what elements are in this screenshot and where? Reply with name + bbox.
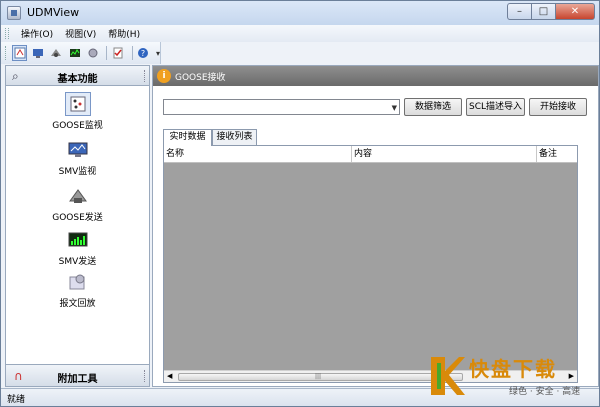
function-item-smv-monitor[interactable]: SMV监视	[6, 138, 149, 177]
function-item-label: GOOSE监视	[52, 121, 103, 131]
pane-title: GOOSE接收	[175, 73, 226, 83]
toolbar-grip-handle[interactable]	[5, 46, 8, 60]
minimize-button[interactable]: –	[507, 3, 531, 20]
toolbar-overflow-icon[interactable]: ▾	[156, 49, 160, 58]
menu-operate[interactable]: 操作(O)	[15, 27, 59, 40]
data-grid[interactable]: 名称 内容 备注 ◀ ||| ▶	[163, 145, 578, 383]
scl-import-button[interactable]: SCL描述导入	[466, 98, 525, 116]
scroll-left-icon[interactable]: ◀	[167, 372, 172, 380]
function-item-smv-send[interactable]: SMV发送	[6, 228, 149, 267]
help-icon[interactable]: ?	[136, 45, 151, 61]
tab-receive-list[interactable]: 接收列表	[212, 129, 257, 145]
goose-monitor-icon[interactable]	[11, 45, 28, 61]
svg-text:?: ?	[141, 49, 145, 58]
scrollbar-thumb[interactable]: |||	[178, 373, 463, 381]
check-icon[interactable]	[110, 45, 125, 61]
toolbar-separator	[131, 46, 133, 60]
panel-grip-handle[interactable]	[144, 70, 146, 82]
smv-monitor-icon[interactable]	[30, 45, 45, 61]
function-item-label: 报文回放	[59, 299, 96, 309]
goose-send-icon[interactable]	[49, 45, 64, 61]
panel-grip-handle[interactable]	[144, 370, 146, 382]
menu-grip-handle[interactable]	[5, 28, 9, 39]
data-filter-button[interactable]: 数据筛选	[404, 98, 462, 116]
function-item-label: GOOSE发送	[52, 213, 103, 223]
function-item-label: SMV发送	[58, 257, 97, 267]
basic-functions-header[interactable]: ⌕ 基本功能	[6, 66, 149, 86]
menu-bar: 操作(O) 视图(V) 帮助(H)	[1, 25, 599, 42]
smv-send-icon	[65, 228, 91, 252]
title-bar[interactable]: UDMView – □ ✕	[1, 1, 599, 25]
function-item-replay[interactable]: 报文回放	[6, 270, 149, 309]
tab-realtime-data[interactable]: 实时数据	[163, 129, 212, 146]
column-header-content[interactable]: 内容	[352, 146, 537, 162]
function-item-goose-monitor[interactable]: GOOSE监视	[6, 92, 149, 131]
goose-send-icon	[65, 184, 91, 208]
replay-icon[interactable]	[85, 45, 100, 61]
close-button[interactable]: ✕	[555, 3, 595, 20]
pane-header: i GOOSE接收	[153, 66, 598, 86]
app-icon	[7, 6, 21, 20]
column-header-name[interactable]: 名称	[164, 146, 352, 162]
status-text: 就绪	[7, 395, 26, 405]
panel-footer-label: 附加工具	[57, 374, 98, 385]
function-item-goose-send[interactable]: GOOSE发送	[6, 184, 149, 223]
source-select[interactable]: ▼	[163, 99, 400, 115]
watermark-subtitle: 绿色 · 安全 · 高速	[509, 387, 581, 397]
app-window: UDMView – □ ✕ 操作(O) 视图(V) 帮助(H) ? ▾ ⌕ 基本…	[0, 0, 600, 407]
column-header-remark[interactable]: 备注	[537, 146, 577, 162]
info-icon: i	[157, 69, 171, 83]
maximize-button[interactable]: □	[531, 3, 555, 20]
watermark-logo-icon	[431, 357, 465, 395]
scrollbar-grip-icon: |||	[315, 373, 322, 380]
smv-monitor-icon	[65, 138, 91, 162]
panel-header-label: 基本功能	[57, 74, 98, 85]
window-title: UDMView	[27, 6, 80, 19]
watermark: 快盘下载 绿色 · 安全 · 高速	[429, 351, 597, 403]
start-receive-button[interactable]: 开始接收	[529, 98, 587, 116]
smv-send-icon[interactable]	[67, 45, 82, 61]
watermark-title: 快盘下载	[469, 357, 557, 381]
grid-header: 名称 内容 备注	[164, 146, 577, 163]
toolbar-separator	[106, 46, 108, 60]
window-controls: – □ ✕	[507, 3, 595, 20]
menu-help[interactable]: 帮助(H)	[102, 27, 146, 40]
function-item-label: SMV监视	[58, 167, 97, 177]
dropdown-arrow-icon[interactable]: ▼	[392, 104, 397, 112]
goose-monitor-icon	[64, 92, 91, 116]
replay-icon	[65, 270, 91, 294]
additional-tools-header[interactable]: ∩ 附加工具	[6, 364, 149, 386]
menu-view[interactable]: 视图(V)	[59, 27, 102, 40]
function-panel: ⌕ 基本功能 GOOSE监视 SMV监视 GOOSE发送 SMV发送 报文回放 …	[5, 65, 150, 387]
toolbar: ? ▾	[1, 42, 161, 64]
goose-receive-pane: i GOOSE接收 ▼ 数据筛选 SCL描述导入 开始接收 实时数据 接收列表 …	[152, 65, 599, 387]
